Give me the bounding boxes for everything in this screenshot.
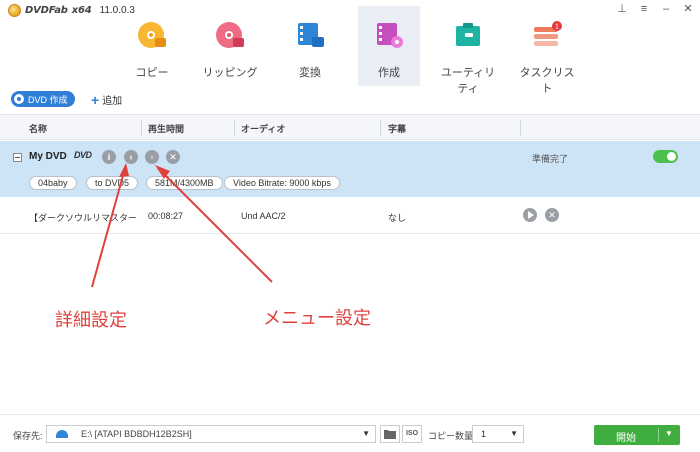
tab-task-list[interactable]: 1 タスクリスト [516, 6, 578, 95]
column-header: 名称 再生時間 オーディオ 字幕 [0, 114, 700, 140]
chip-size: 581M/4300MB [146, 176, 223, 190]
table-row[interactable]: 【ダークソウルリマスター】開始... 00:08:27 Und AAC/2 なし… [0, 198, 700, 234]
start-button[interactable]: 開始 ▼ [594, 425, 680, 445]
chip-video-bitrate: Video Bitrate: 9000 kbps [224, 176, 340, 190]
dvd-logo-icon: DVD [74, 150, 92, 160]
advanced-settings-icon[interactable]: ‹ [124, 150, 138, 164]
tab-ripping[interactable]: リッピング [199, 6, 261, 86]
column-divider[interactable] [520, 120, 521, 136]
menu-settings-icon[interactable]: ▫ [145, 150, 159, 164]
save-to-label: 保存先: [13, 431, 43, 441]
output-path-value: E:\ [ATAPI BDBDH12B2SH] [81, 429, 192, 439]
iso-button[interactable]: ISO [402, 425, 422, 443]
annotation-menu-settings: メニュー設定 [263, 308, 371, 329]
title-row[interactable]: My DVD DVD i ‹ ▫ ✕ 準備完了 04baby to DVD5 5… [0, 141, 700, 197]
column-divider[interactable] [141, 120, 142, 136]
title-name: My DVD [29, 151, 67, 162]
output-path-select[interactable]: E:\ [ATAPI BDBDH12B2SH] ▼ [46, 425, 376, 443]
tab-utility[interactable]: ユーティリティ [437, 6, 499, 95]
play-icon[interactable] [523, 208, 537, 222]
copies-label: コピー数量: [428, 431, 476, 441]
copies-value: 1 [481, 429, 487, 439]
toolbox-icon [456, 23, 480, 46]
film-convert-icon [298, 23, 324, 47]
task-list-icon: 1 [534, 21, 562, 46]
tab-convert[interactable]: 変換 [279, 6, 341, 86]
start-options-icon[interactable]: ▼ [661, 429, 677, 438]
iso-icon: ISO [405, 430, 419, 437]
add-label: 追加 [102, 96, 123, 107]
column-subtitle[interactable]: 字幕 [388, 122, 406, 135]
chip-menu-template[interactable]: 04baby [29, 176, 77, 190]
dvd-create-button[interactable]: DVD 作成 [11, 91, 75, 107]
film-create-icon [377, 23, 403, 48]
disc-rip-icon [216, 22, 244, 48]
copies-select[interactable]: 1 ▼ [472, 425, 524, 443]
task-badge: 1 [555, 24, 559, 31]
tab-ripping-label: リッピング [202, 67, 258, 79]
annotation-advanced-settings: 詳細設定 [55, 310, 127, 331]
tab-copy-label: コピー [135, 67, 169, 79]
folder-icon [384, 430, 396, 439]
tab-create[interactable]: 作成 [358, 6, 420, 86]
status-text: 準備完了 [532, 154, 569, 164]
info-icon[interactable]: i [102, 150, 116, 164]
enable-toggle[interactable] [653, 150, 678, 163]
track-audio[interactable]: Und AAC/2 [241, 211, 286, 221]
chevron-down-icon[interactable]: ▼ [362, 429, 370, 438]
remove-icon[interactable]: ✕ [166, 150, 180, 164]
track-subtitle[interactable]: なし [388, 211, 406, 224]
column-name[interactable]: 名称 [29, 122, 47, 135]
chevron-down-icon[interactable]: ▼ [510, 429, 518, 438]
tab-copy[interactable]: コピー [121, 6, 183, 86]
disc-copy-icon [138, 22, 166, 48]
disc-icon [14, 94, 24, 104]
chip-output-target[interactable]: to DVD5 [86, 176, 139, 190]
column-duration[interactable]: 再生時間 [148, 122, 184, 135]
action-bar: DVD 作成 + 追加 [0, 86, 700, 112]
add-button[interactable]: + 追加 [91, 91, 123, 108]
plus-icon: + [91, 91, 100, 108]
column-divider[interactable] [234, 120, 235, 136]
bottom-bar: 保存先: E:\ [ATAPI BDBDH12B2SH] ▼ ISO コピー数量… [0, 414, 700, 452]
dvd-create-label: DVD 作成 [28, 94, 68, 105]
start-divider [658, 428, 659, 442]
track-duration: 00:08:27 [148, 211, 184, 221]
column-divider[interactable] [380, 120, 381, 136]
track-name: 【ダークソウルリマスター】開始... [29, 213, 137, 223]
tab-convert-label: 変換 [299, 67, 321, 79]
module-toolbar: コピー リッピング 変換 作成 ユーティリティ 1 タスクリスト [0, 6, 700, 95]
collapse-icon[interactable] [13, 153, 22, 162]
remove-track-icon[interactable]: ✕ [545, 208, 559, 222]
tab-create-label: 作成 [378, 67, 400, 79]
start-label: 開始 [616, 433, 636, 444]
column-audio[interactable]: オーディオ [241, 122, 285, 135]
drive-icon [56, 430, 68, 438]
folder-button[interactable] [380, 425, 400, 443]
